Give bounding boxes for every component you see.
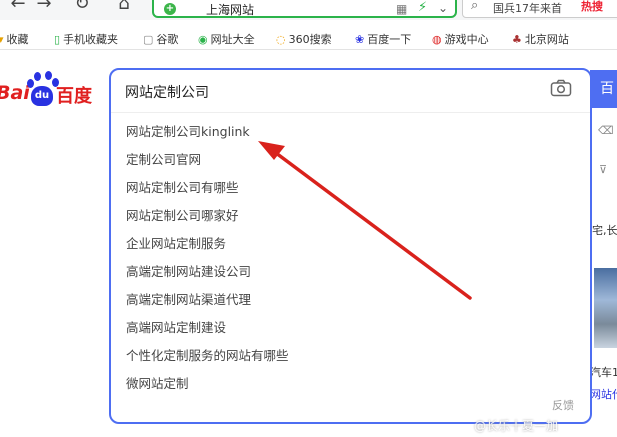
bookmark-item[interactable]: ▾ 收藏 — [0, 31, 29, 47]
grid-icon[interactable]: ▦ — [396, 2, 407, 16]
delete-icon[interactable]: ⌫ — [598, 124, 614, 137]
suggestion-item[interactable]: 高端网站定制建设 — [126, 318, 289, 346]
search-submit-button[interactable]: 百 — [590, 70, 617, 108]
hot-search-badge[interactable]: 热搜 — [581, 0, 603, 14]
suggestion-item[interactable]: 个性化定制服务的网站有哪些 — [126, 346, 289, 374]
tree-icon: ♣ — [512, 32, 522, 46]
forward-icon[interactable]: → — [34, 0, 54, 14]
security-shield-icon: + — [164, 3, 176, 15]
camera-icon[interactable] — [550, 79, 572, 97]
paw-icon: ❀ — [355, 32, 365, 46]
watermark: @长乐十夏一加 — [474, 419, 559, 433]
paw-pad — [27, 79, 34, 88]
search-icon: ⌕ — [471, 0, 479, 13]
suggestion-item[interactable]: 微网站定制 — [126, 374, 289, 402]
address-bar[interactable]: + 上海网站 ▦ ⚡ ⌄ — [152, 0, 457, 18]
browser-toolbar: ← → ↻ ⌂ + 上海网站 ▦ ⚡ ⌄ ⌕ 国兵17年来首 热搜 — [0, 0, 617, 20]
search-suggestion-panel: 网站定制公司 网站定制公司kinglink 定制公司官网 网站定制公司有哪些 网… — [109, 68, 592, 424]
page-icon: ▢ — [143, 32, 154, 46]
browser-search-box[interactable]: ⌕ 国兵17年来首 热搜 — [462, 0, 617, 18]
refresh-icon[interactable]: ↻ — [72, 0, 92, 14]
search-input[interactable]: 网站定制公司 — [125, 82, 209, 102]
bookmark-item[interactable]: ◍ 游戏中心 — [432, 31, 489, 47]
result-fragment[interactable]: 网站代 — [590, 386, 617, 402]
suggestion-item[interactable]: 网站定制公司有哪些 — [126, 178, 289, 206]
suggestion-item[interactable]: 定制公司官网 — [126, 150, 289, 178]
lightning-icon[interactable]: ⚡ — [418, 0, 427, 15]
phone-icon: ▯ — [54, 32, 61, 46]
suggestion-item[interactable]: 网站定制公司kinglink — [126, 122, 289, 150]
chevron-down-icon[interactable]: ⌄ — [438, 1, 448, 15]
bookmark-item[interactable]: ◉ 网址大全 — [198, 31, 255, 47]
logo-du-text: du — [31, 86, 53, 106]
feedback-link[interactable]: 反馈 — [552, 397, 574, 413]
home-icon[interactable]: ⌂ — [114, 0, 134, 14]
bookmark-item[interactable]: ♣ 北京网站 — [512, 31, 569, 47]
suggestion-list: 网站定制公司kinglink 定制公司官网 网站定制公司有哪些 网站定制公司哪家… — [126, 122, 289, 402]
logo-cn-text: 百度 — [56, 86, 92, 107]
bookmark-item[interactable]: ▢ 谷歌 — [143, 31, 178, 47]
divider — [111, 112, 590, 113]
back-icon[interactable]: ← — [8, 0, 28, 14]
logo-bai-text: Bai — [0, 82, 30, 104]
suggestion-item[interactable]: 高端定制网站渠道代理 — [126, 290, 289, 318]
suggestion-item[interactable]: 网站定制公司哪家好 — [126, 206, 289, 234]
bookmark-item[interactable]: ❀ 百度一下 — [355, 31, 411, 47]
suggestion-item[interactable]: 企业网站定制服务 — [126, 234, 289, 262]
game-icon: ◍ — [432, 32, 442, 46]
paw-pad — [45, 71, 52, 80]
baidu-logo[interactable]: Bai du 百度 — [0, 71, 96, 112]
paw-pad — [34, 72, 41, 81]
ring-icon: ◌ — [276, 32, 286, 46]
result-fragment[interactable]: 汽车1 — [590, 364, 617, 380]
suggestion-item[interactable]: 高端定制网站建设公司 — [126, 262, 289, 290]
result-thumbnail[interactable] — [594, 268, 617, 348]
result-fragment: 宅,长安 — [592, 224, 617, 237]
filter-icon[interactable]: ⊽ — [599, 163, 607, 176]
star-icon: ▾ — [0, 32, 4, 46]
bookmarks-bar: ▾ 收藏 ▯ 手机收藏夹 ▢ 谷歌 ◉ 网址大全 ◌ 360搜索 ❀ 百度一下 … — [0, 26, 617, 50]
shield-icon: ◉ — [198, 32, 208, 46]
browser-search-text: 国兵17年来首 — [493, 2, 562, 15]
bookmark-item[interactable]: ◌ 360搜索 — [276, 31, 332, 47]
bookmark-item[interactable]: ▯ 手机收藏夹 — [54, 31, 118, 47]
address-text: 上海网站 — [206, 3, 255, 17]
